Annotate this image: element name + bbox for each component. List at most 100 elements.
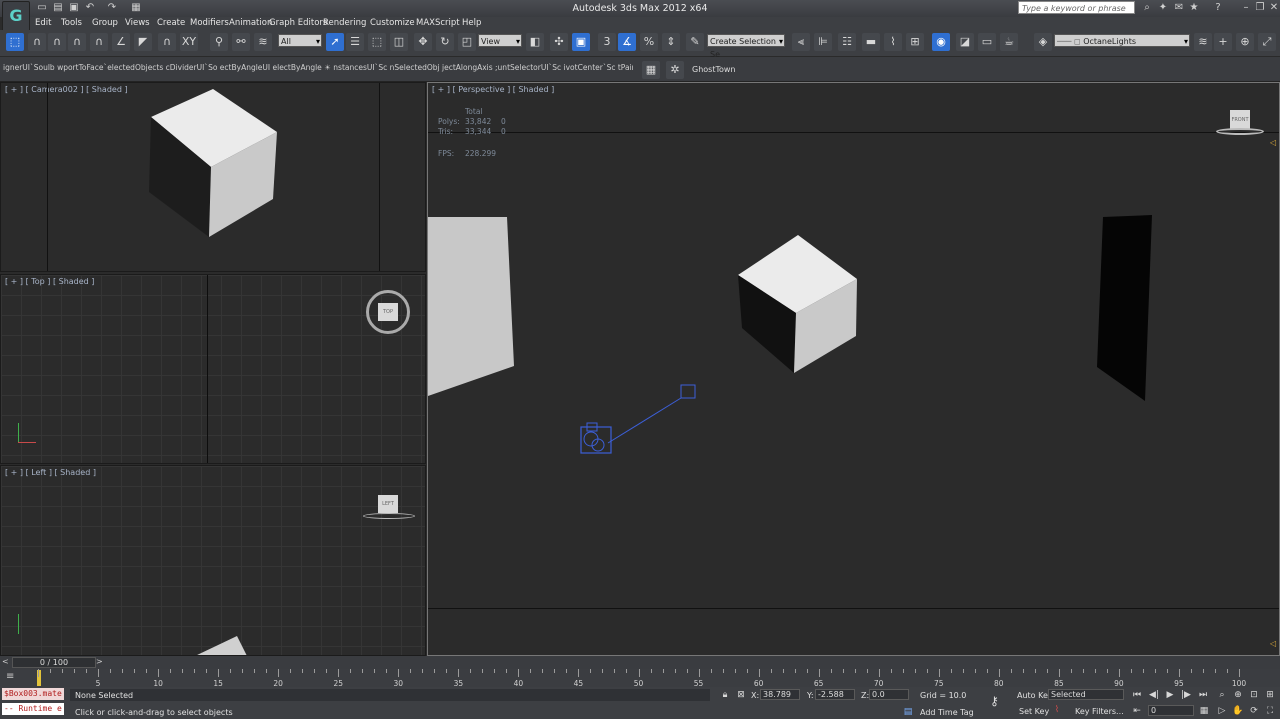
viewport-perspective[interactable]: [ + ] [ Perspective ] [ Shaded ] Total P… (427, 82, 1280, 656)
lock-selection-icon[interactable]: 🔒︎ (719, 689, 731, 701)
schematic-view-icon[interactable]: ⊞ (906, 33, 924, 51)
ghosttown-label[interactable]: GhostTown (692, 65, 736, 74)
menu-animation[interactable]: Animation (229, 18, 272, 28)
percent-snap-toggle-icon[interactable]: % (640, 33, 658, 51)
unlink-icon[interactable]: ⚯ (232, 33, 250, 51)
layer-dropdown[interactable]: ─── ◻ OctaneLights (1054, 34, 1190, 48)
maxscript-listener-line2[interactable]: -- Runtime e (2, 703, 64, 715)
snap-icon[interactable]: ∩ (90, 33, 108, 51)
mirror-icon[interactable]: ⫷ (792, 33, 810, 51)
align-icon[interactable]: ⊫ (814, 33, 832, 51)
selection-filter-dropdown[interactable]: All (278, 34, 322, 48)
menu-group[interactable]: Group (92, 18, 118, 28)
select-objects-icon[interactable]: ⬚ (6, 33, 24, 51)
angle-snap-toggle-icon[interactable]: ∡ (618, 33, 636, 51)
next-frame-icon[interactable]: > (96, 657, 106, 668)
pivot-center-icon[interactable]: ◧ (526, 33, 544, 51)
select-object-icon[interactable]: ➚ (326, 33, 344, 51)
layer-tools-icon[interactable]: ≋ (1194, 33, 1212, 51)
rectangular-selection-icon[interactable]: ⬚ (368, 33, 386, 51)
next-key-icon[interactable]: |▶ (1180, 689, 1192, 701)
menu-modifiers[interactable]: Modifiers (190, 18, 229, 28)
current-frame-field[interactable]: 0 (1148, 705, 1194, 716)
spinner-snap-toggle-icon[interactable]: ⇕ (662, 33, 680, 51)
create-icon[interactable]: + (1214, 33, 1232, 51)
add-time-tag[interactable]: Add Time Tag (920, 708, 974, 717)
viewport-left[interactable]: [ + ] [ Left ] [ Shaded ] LEFT (0, 465, 426, 656)
move-icon[interactable]: ✥ (414, 33, 432, 51)
key-icon[interactable]: ⚷ (990, 694, 999, 708)
axis-xy-icon[interactable]: XY (180, 33, 198, 51)
search-input[interactable]: Type a keyword or phrase (1018, 1, 1135, 14)
expand-icon[interactable]: ⤢ (1258, 33, 1276, 51)
absolute-mode-icon[interactable]: ⊠ (735, 689, 747, 701)
viewport-top[interactable]: [ + ] [ Top ] [ Shaded ] TOP (0, 274, 426, 464)
field-of-view-icon[interactable]: ▷ (1216, 705, 1228, 717)
zoom-extents-icon[interactable]: ⊡ (1248, 689, 1260, 701)
material-editor-icon[interactable]: ◉ (932, 33, 950, 51)
viewcube[interactable]: TOP (378, 303, 398, 321)
undo-icon[interactable]: ↶ (84, 2, 96, 14)
binoculars-icon[interactable]: ⌕ (1141, 2, 1153, 14)
viewport-label[interactable]: [ + ] [ Left ] [ Shaded ] (5, 468, 96, 477)
key-mode-toggle-icon[interactable]: ⇤ (1131, 705, 1143, 717)
subscription-icon[interactable]: ✦ (1157, 2, 1169, 14)
menu-views[interactable]: Views (125, 18, 150, 28)
ghosttown-icon[interactable]: ✲ (666, 61, 684, 79)
scale-icon[interactable]: ◰ (458, 33, 476, 51)
plane-object-right[interactable] (1095, 215, 1155, 403)
maximize-viewport-icon[interactable]: ⛶ (1264, 705, 1276, 717)
y-coordinate-field[interactable]: -2.588 (815, 689, 855, 700)
named-selection-set-dropdown[interactable]: Create Selection Se (707, 34, 785, 59)
menu-create[interactable]: Create (157, 18, 185, 28)
snap-icon[interactable]: ∩ (48, 33, 66, 51)
plane-object-left[interactable] (428, 213, 518, 398)
cube-object[interactable] (141, 87, 286, 242)
curve-editor-icon[interactable]: ⌇ (884, 33, 902, 51)
viewport-label[interactable]: [ + ] [ Perspective ] [ Shaded ] (432, 85, 554, 94)
help-icon[interactable]: ? (1212, 2, 1224, 14)
edit-named-selection-icon[interactable]: ✎ (686, 33, 704, 51)
close-icon[interactable]: ✕ (1268, 2, 1280, 14)
time-config-icon[interactable]: ▦ (1198, 705, 1210, 717)
graphite-ribbon-icon[interactable]: ▬ (862, 33, 880, 51)
go-to-start-icon[interactable]: ⏮ (1131, 689, 1143, 701)
menu-customize[interactable]: Customize (370, 18, 415, 28)
zoom-icon[interactable]: ⌕ (1216, 689, 1228, 701)
select-by-name-icon[interactable]: ☰ (346, 33, 364, 51)
redo-icon[interactable]: ↷ (106, 2, 118, 14)
3d-snap-icon[interactable]: 3 (598, 33, 616, 51)
snap-icon[interactable]: ∩ (28, 33, 46, 51)
script-tool-icon[interactable]: ▦ (642, 61, 660, 79)
macro-script-strip[interactable]: ignerUI`Soulb wportToFace`electedObjects… (3, 63, 633, 76)
prev-frame-icon[interactable]: < (2, 657, 12, 668)
menu-edit[interactable]: Edit (35, 18, 51, 28)
link-icon[interactable]: ⚲ (210, 33, 228, 51)
time-tag-icon[interactable]: ▤ (902, 706, 914, 718)
viewport-label[interactable]: [ + ] [ Top ] [ Shaded ] (5, 277, 94, 286)
maxscript-listener-line1[interactable]: $Box003.mate (2, 688, 64, 700)
favorites-icon[interactable]: ★ (1188, 2, 1200, 14)
rotate-icon[interactable]: ↻ (436, 33, 454, 51)
open-file-icon[interactable]: ▤ (52, 2, 64, 14)
app-menu-button[interactable]: G (2, 1, 30, 33)
keyboard-shortcut-override-icon[interactable]: ▣ (572, 33, 590, 51)
menu-graph-editors[interactable]: Graph Editors (269, 18, 327, 28)
menu-rendering[interactable]: Rendering (323, 18, 366, 28)
menu-help[interactable]: Help (462, 18, 481, 28)
render-setup-icon[interactable]: ◪ (956, 33, 974, 51)
minimize-icon[interactable]: – (1240, 2, 1252, 14)
layer-manager-icon[interactable]: ☷ (838, 33, 856, 51)
zoom-extents-all-icon[interactable]: ⊞ (1264, 689, 1276, 701)
go-to-end-icon[interactable]: ⏭ (1197, 689, 1209, 701)
save-file-icon[interactable]: ▣ (68, 2, 80, 14)
window-crossing-icon[interactable]: ◫ (390, 33, 408, 51)
camera-object[interactable] (573, 381, 703, 471)
orbit-icon[interactable]: ⟳ (1248, 705, 1260, 717)
z-coordinate-field[interactable]: 0.0 (869, 689, 909, 700)
reference-coordinate-dropdown[interactable]: View (478, 34, 522, 48)
snap-icon[interactable]: ∩ (68, 33, 86, 51)
set-key-button[interactable]: Set Key (1019, 707, 1049, 716)
bind-space-warp-icon[interactable]: ≋ (254, 33, 272, 51)
key-curve-icon[interactable]: ⌇ (1051, 704, 1063, 716)
